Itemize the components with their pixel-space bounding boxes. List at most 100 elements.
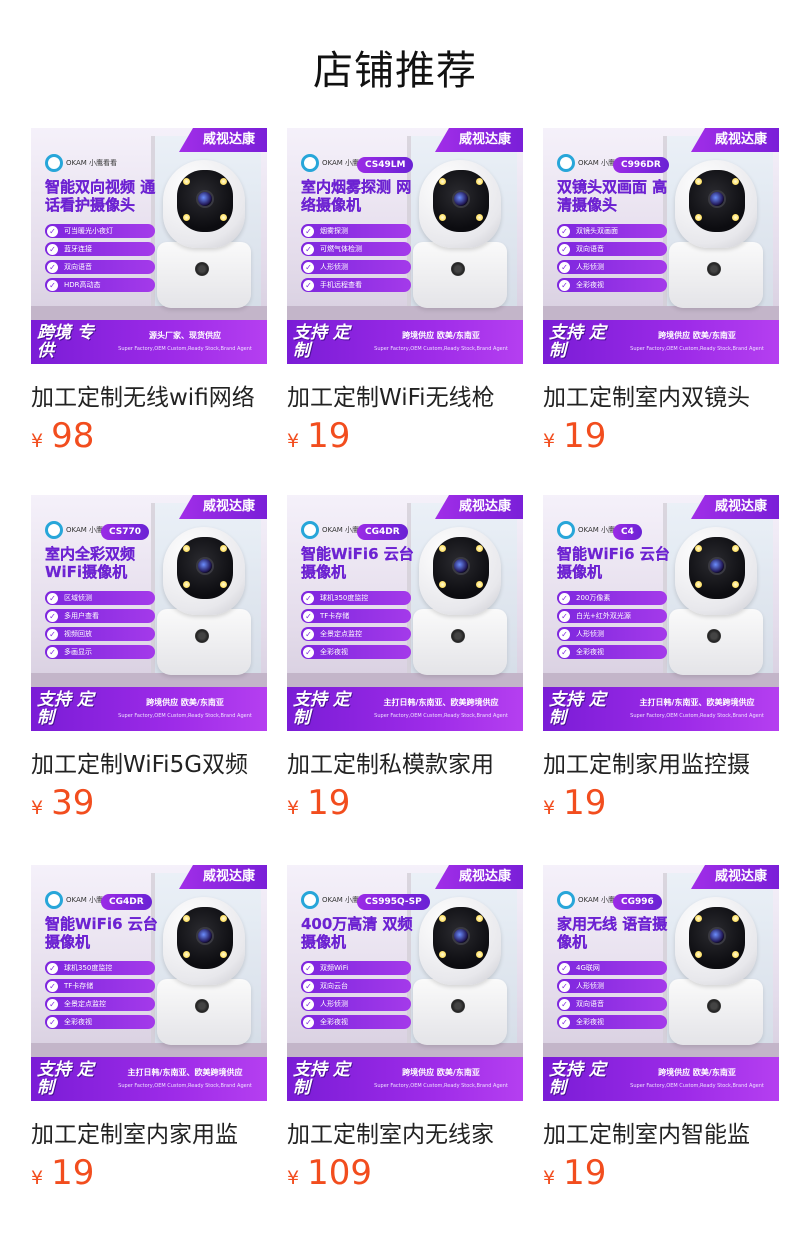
promo-bar: 支持 定制 跨境供应 欧美/东南亚 Super Factory,OEM Cust… bbox=[287, 1057, 523, 1101]
check-icon: ✓ bbox=[47, 628, 58, 640]
camera-led-icon bbox=[476, 581, 483, 588]
promo-main: 支持 定制 bbox=[549, 690, 606, 728]
product-name[interactable]: 加工定制无线wifi网络 bbox=[31, 378, 267, 412]
price-amount: 19 bbox=[563, 783, 607, 823]
feature-text: 白光+红外双光源 bbox=[576, 612, 631, 620]
product-price: ¥ 19 bbox=[543, 783, 606, 823]
model-badge: C996DR bbox=[613, 157, 669, 173]
price-amount: 19 bbox=[563, 1153, 607, 1193]
product-image[interactable]: 威视达康 OKAM 小鹰看看 CS995Q-SP 400万高清 双频摄像机 ✓ 双… bbox=[287, 865, 523, 1101]
camera-led-icon bbox=[476, 951, 483, 958]
check-icon: ✓ bbox=[303, 962, 314, 974]
product-image[interactable]: 威视达康 OKAM 小鹰看看 CG4DR 智能WiFi6 云台摄像机 ✓ 球机35… bbox=[287, 495, 523, 731]
camera-face bbox=[433, 907, 489, 969]
check-icon: ✓ bbox=[303, 646, 314, 658]
feature-item: ✓ 蓝牙连接 bbox=[45, 242, 155, 256]
camera-base-sensor bbox=[707, 999, 721, 1013]
currency-symbol: ¥ bbox=[543, 430, 556, 452]
product-image[interactable]: 威视达康 OKAM 小鹰看看 CS49LM 室内烟雾探测 网络摄像机 ✓ 烟雾探测… bbox=[287, 128, 523, 364]
camera-led-icon bbox=[732, 178, 739, 185]
image-headline: 400万高清 双频摄像机 bbox=[301, 915, 413, 951]
currency-symbol: ¥ bbox=[287, 797, 300, 819]
product-name[interactable]: 加工定制室内智能监 bbox=[543, 1115, 779, 1149]
camera-head bbox=[675, 897, 757, 985]
camera-head bbox=[163, 897, 245, 985]
camera-led-icon bbox=[695, 178, 702, 185]
product-card[interactable]: 威视达康 OKAM 小鹰看看 CG4DR 智能WiFi6 云台摄像机 ✓ 球机35… bbox=[31, 865, 267, 1195]
product-name[interactable]: 加工定制WiFi5G双频 bbox=[31, 745, 267, 779]
product-image[interactable]: 威视达康 OKAM 小鹰看看 C996DR 双镜头双画面 高清摄像头 ✓ 双镜头双… bbox=[543, 128, 779, 364]
check-icon: ✓ bbox=[559, 243, 570, 255]
product-name[interactable]: 加工定制家用监控摄 bbox=[543, 745, 779, 779]
feature-item: ✓ 全彩夜视 bbox=[301, 645, 411, 659]
model-badge: CG4DR bbox=[357, 524, 408, 540]
product-card[interactable]: 威视达康 OKAM 小鹰看看 CS770 室内全彩双频 WiFi摄像机 ✓ 区域侦… bbox=[31, 495, 267, 825]
camera-led-icon bbox=[439, 581, 446, 588]
promo-sub: 源头厂家、现货供应 bbox=[149, 331, 221, 340]
check-icon: ✓ bbox=[303, 243, 314, 255]
camera-head bbox=[419, 160, 501, 248]
camera-lens-icon bbox=[708, 557, 726, 575]
product-image[interactable]: 威视达康 OKAM 小鹰看看 CS770 室内全彩双频 WiFi摄像机 ✓ 区域侦… bbox=[31, 495, 267, 731]
camera-led-icon bbox=[732, 214, 739, 221]
product-card[interactable]: 威视达康 OKAM 小鹰看看 CG4DR 智能WiFi6 云台摄像机 ✓ 球机35… bbox=[287, 495, 523, 825]
check-icon: ✓ bbox=[47, 225, 58, 237]
logo-icon bbox=[301, 154, 319, 172]
product-price: ¥ 19 bbox=[543, 1153, 606, 1193]
check-icon: ✓ bbox=[47, 1016, 58, 1028]
camera-base bbox=[413, 242, 507, 308]
promo-main: 支持 定制 bbox=[37, 1060, 94, 1098]
product-name[interactable]: 加工定制室内无线家 bbox=[287, 1115, 523, 1149]
currency-symbol: ¥ bbox=[31, 430, 44, 452]
product-name[interactable]: 加工定制室内家用监 bbox=[31, 1115, 267, 1149]
feature-text: 人形侦测 bbox=[320, 1000, 348, 1008]
feature-item: ✓ 白光+红外双光源 bbox=[557, 609, 667, 623]
check-icon: ✓ bbox=[303, 980, 314, 992]
logo-icon bbox=[45, 891, 63, 909]
feature-text: TF卡存储 bbox=[320, 612, 350, 620]
feature-item: ✓ 全彩夜视 bbox=[557, 645, 667, 659]
camera-led-icon bbox=[695, 951, 702, 958]
camera-base-sensor bbox=[451, 999, 465, 1013]
product-card[interactable]: 威视达康 OKAM 小鹰看看 智能双向视频 通话看护摄像头 ✓ 可当暖光小夜灯 ✓ 蓝… bbox=[31, 128, 267, 458]
product-price: ¥ 19 bbox=[31, 1153, 94, 1193]
logo-icon bbox=[557, 154, 575, 172]
brand-tag: 威视达康 bbox=[434, 865, 523, 889]
product-card[interactable]: 威视达康 OKAM 小鹰看看 CS49LM 室内烟雾探测 网络摄像机 ✓ 烟雾探测… bbox=[287, 128, 523, 458]
product-name[interactable]: 加工定制WiFi无线枪 bbox=[287, 378, 523, 412]
logo-icon bbox=[557, 521, 575, 539]
product-image[interactable]: 威视达康 OKAM 小鹰看看 智能双向视频 通话看护摄像头 ✓ 可当暖光小夜灯 ✓ 蓝… bbox=[31, 128, 267, 364]
camera-base bbox=[669, 609, 763, 675]
feature-text: 烟雾探测 bbox=[320, 227, 348, 235]
model-badge: CS49LM bbox=[357, 157, 414, 173]
feature-text: 双向语音 bbox=[576, 1000, 604, 1008]
promo-bar: 支持 定制 主打日韩/东南亚、欧美跨境供应 Super Factory,OEM … bbox=[287, 687, 523, 731]
price-amount: 19 bbox=[51, 1153, 95, 1193]
product-card[interactable]: 威视达康 OKAM 小鹰看看 C4 智能WiFi6 云台摄像机 ✓ 200万像素 ✓… bbox=[543, 495, 779, 825]
promo-bar: 支持 定制 主打日韩/东南亚、欧美跨境供应 Super Factory,OEM … bbox=[31, 1057, 267, 1101]
product-name[interactable]: 加工定制私模款家用 bbox=[287, 745, 523, 779]
feature-text: 可燃气体检测 bbox=[320, 245, 362, 253]
camera-face bbox=[177, 907, 233, 969]
feature-text: 全彩夜视 bbox=[320, 1018, 348, 1026]
brand-tag: 威视达康 bbox=[434, 128, 523, 152]
product-name[interactable]: 加工定制室内双镜头 bbox=[543, 378, 779, 412]
promo-en: Super Factory,OEM Custom,Ready Stock,Bra… bbox=[118, 713, 252, 719]
feature-item: ✓ HDR高动态 bbox=[45, 278, 155, 292]
product-card[interactable]: 威视达康 OKAM 小鹰看看 CS995Q-SP 400万高清 双频摄像机 ✓ 双… bbox=[287, 865, 523, 1195]
camera-led-icon bbox=[695, 214, 702, 221]
feature-item: ✓ 球机350度监控 bbox=[45, 961, 155, 975]
product-card[interactable]: 威视达康 OKAM 小鹰看看 CG996 家用无线 语音摄像机 ✓ 4G联网 ✓ 人形… bbox=[543, 865, 779, 1195]
product-card[interactable]: 威视达康 OKAM 小鹰看看 C996DR 双镜头双画面 高清摄像头 ✓ 双镜头双… bbox=[543, 128, 779, 458]
image-headline: 智能WiFi6 云台摄像机 bbox=[557, 545, 670, 581]
product-image[interactable]: 威视达康 OKAM 小鹰看看 CG996 家用无线 语音摄像机 ✓ 4G联网 ✓ 人形… bbox=[543, 865, 779, 1101]
feature-list: ✓ 球机350度监控 ✓ TF卡存储 ✓ 全景定点监控 ✓ 全彩夜视 bbox=[301, 591, 411, 663]
promo-bar: 跨境 专供 源头厂家、现货供应 Super Factory,OEM Custom… bbox=[31, 320, 267, 364]
promo-en: Super Factory,OEM Custom,Ready Stock,Bra… bbox=[630, 713, 764, 719]
feature-item: ✓ 手机远程查看 bbox=[301, 278, 411, 292]
camera-led-icon bbox=[183, 581, 190, 588]
camera-led-icon bbox=[695, 915, 702, 922]
feature-item: ✓ 区域侦测 bbox=[45, 591, 155, 605]
product-image[interactable]: 威视达康 OKAM 小鹰看看 CG4DR 智能WiFi6 云台摄像机 ✓ 球机35… bbox=[31, 865, 267, 1101]
product-image[interactable]: 威视达康 OKAM 小鹰看看 C4 智能WiFi6 云台摄像机 ✓ 200万像素 ✓… bbox=[543, 495, 779, 731]
